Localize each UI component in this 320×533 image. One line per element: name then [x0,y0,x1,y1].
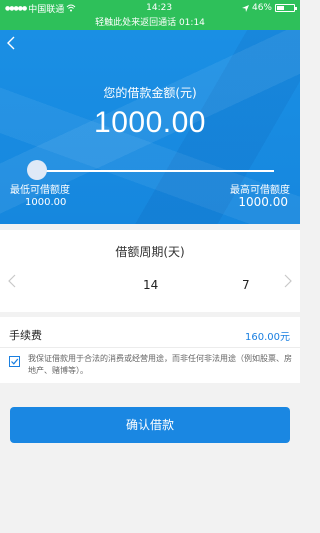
chevron-right-icon [284,274,292,288]
max-amount-value: 1000.00 [238,195,288,209]
loan-period-card: 借额周期(天) 14 7 [0,230,300,312]
status-right: 46% [241,3,297,13]
confirm-loan-button[interactable]: 确认借款 [10,407,290,443]
period-option[interactable]: 14 [143,278,158,292]
period-title: 借额周期(天) [115,245,185,259]
signal-icon: ●●●●● [5,4,27,12]
min-amount-value: 1000.00 [25,197,67,208]
amount-slider-thumb[interactable] [27,160,47,180]
amount-slider-track[interactable] [34,170,274,172]
carrier-name: 中国联通 [28,4,65,15]
chevron-left-icon [7,36,15,50]
status-bar: ●●●●● 中国联通 14:23 46% [0,0,300,16]
location-icon [241,4,249,12]
wifi-icon [66,4,76,12]
divider [0,347,300,348]
agreement-checkbox[interactable] [9,356,20,367]
checkmark-icon [11,358,19,365]
max-amount-label: 最高可借额度 [230,185,290,196]
status-left: ●●●●● 中国联通 [5,2,76,15]
chevron-left-icon [8,274,16,288]
period-option[interactable]: 7 [242,278,250,292]
fee-label: 手续费 [9,329,42,342]
fee-value: 160.00元 [245,332,290,343]
battery-icon [275,4,297,12]
fee-card: 手续费 160.00元 我保证借款用于合法的消费或经营用途，而非任何非法用途（例… [0,317,300,383]
min-amount-label: 最低可借额度 [10,185,70,196]
battery-percent: 46% [251,3,272,13]
status-time: 14:23 [146,3,173,13]
amount-value: 1000.00 [94,106,206,139]
loan-amount-panel: 您的借款金额(元) 1000.00 最低可借额度 1000.00 最高可借额度 … [0,30,300,224]
back-button[interactable] [6,36,22,52]
period-next-button[interactable] [284,274,292,292]
battery-level [277,6,284,10]
return-to-call-banner[interactable]: 轻触此处来返回通话 01:14 [0,16,300,30]
period-prev-button[interactable] [8,274,16,292]
agreement-text: 我保证借款用于合法的消费或经营用途，而非任何非法用途（例如股票、房地产、赌博等）… [28,354,292,375]
amount-label: 您的借款金额(元) [103,86,197,100]
